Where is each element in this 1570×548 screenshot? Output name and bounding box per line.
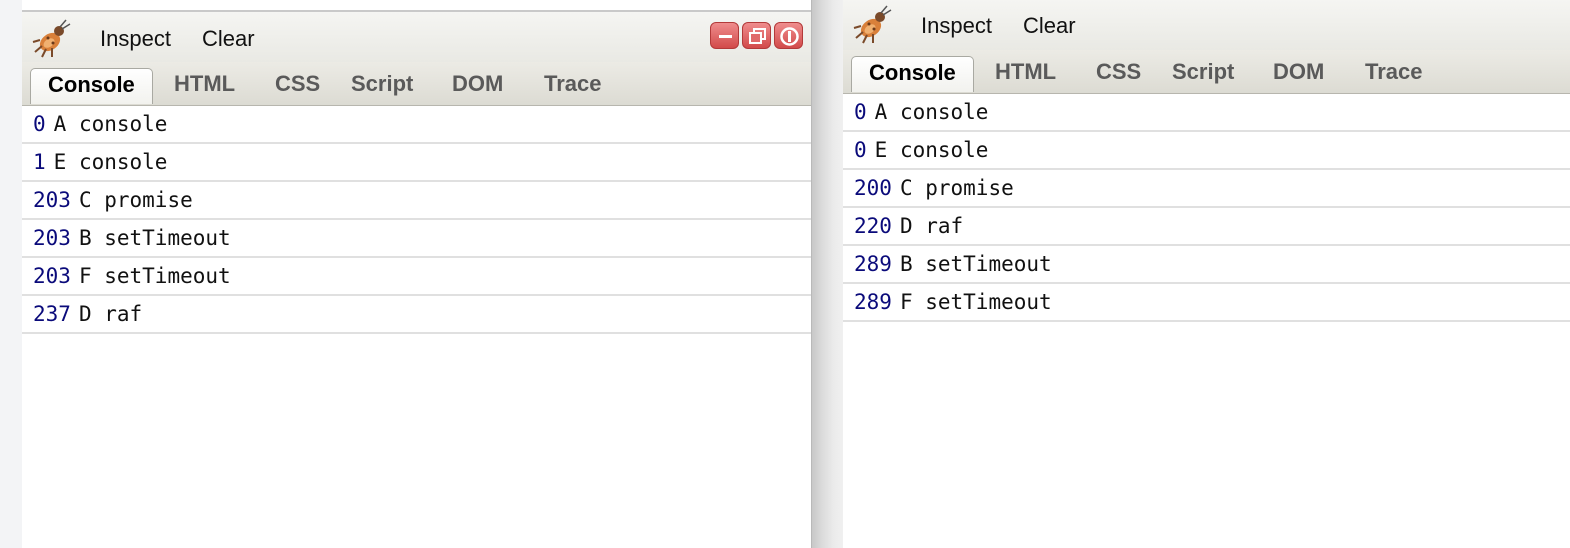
background-edge (0, 0, 22, 548)
console-log: 0 A console 1 E console 203 C promise 203 B … (22, 106, 811, 334)
log-timestamp: 0 (854, 100, 867, 124)
log-message: C promise (899, 176, 1014, 200)
log-timestamp: 1 (33, 150, 46, 174)
tab-html[interactable]: HTML (157, 68, 252, 104)
log-timestamp: 0 (33, 112, 46, 136)
console-log: 0 A console 0 E console 200 C promise 220 D … (843, 94, 1570, 322)
log-timestamp: 203 (33, 226, 71, 250)
log-timestamp: 237 (33, 302, 71, 326)
log-message: B setTimeout (78, 226, 231, 250)
log-row: 203 F setTimeout (22, 258, 811, 296)
log-timestamp: 203 (33, 188, 71, 212)
log-timestamp: 0 (854, 138, 867, 162)
log-message: F setTimeout (899, 290, 1052, 314)
log-row: 203 B setTimeout (22, 220, 811, 258)
log-row: 0 E console (843, 132, 1570, 170)
log-timestamp: 200 (854, 176, 892, 200)
firebug-panel-left: Inspect Clear Console HTML CSS Script DO… (22, 0, 812, 548)
log-row: 200 C promise (843, 170, 1570, 208)
tab-bar: Console HTML CSS Script DOM Trace (843, 50, 1570, 94)
log-message: B setTimeout (899, 252, 1052, 276)
tab-html[interactable]: HTML (978, 56, 1073, 92)
log-message: E console (53, 150, 168, 174)
tab-console[interactable]: Console (30, 68, 153, 104)
log-row: 203 C promise (22, 182, 811, 220)
log-message: D raf (78, 302, 143, 326)
inspect-button[interactable]: Inspect (100, 26, 171, 52)
log-timestamp: 289 (854, 290, 892, 314)
tab-dom[interactable]: DOM (1256, 56, 1341, 92)
firebug-icon[interactable] (30, 16, 74, 60)
log-row: 0 A console (843, 94, 1570, 132)
log-message: C promise (78, 188, 193, 212)
log-timestamp: 220 (854, 214, 892, 238)
tab-dom[interactable]: DOM (435, 68, 520, 104)
inspect-button[interactable]: Inspect (921, 13, 992, 39)
log-message: A console (53, 112, 168, 136)
log-row: 220 D raf (843, 208, 1570, 246)
log-message: E console (874, 138, 989, 162)
firebug-panel-right: Inspect Clear Console HTML CSS Script DO… (843, 0, 1570, 548)
log-message: A console (874, 100, 989, 124)
window-controls (710, 22, 803, 49)
toolbar: Inspect Clear (22, 10, 811, 62)
firebug-icon[interactable] (851, 2, 895, 46)
log-message: D raf (899, 214, 964, 238)
minimize-icon[interactable] (710, 22, 739, 49)
log-row: 0 A console (22, 106, 811, 144)
log-row: 237 D raf (22, 296, 811, 334)
panel-divider (812, 0, 843, 548)
restore-icon[interactable] (742, 22, 771, 49)
tab-css[interactable]: CSS (1079, 56, 1158, 92)
tab-console[interactable]: Console (851, 56, 974, 92)
log-timestamp: 289 (854, 252, 892, 276)
tab-trace[interactable]: Trace (1348, 56, 1440, 92)
tab-trace[interactable]: Trace (527, 68, 619, 104)
close-icon[interactable] (774, 22, 803, 49)
tab-bar: Console HTML CSS Script DOM Trace (22, 62, 811, 106)
tab-script[interactable]: Script (1155, 56, 1251, 92)
log-row: 1 E console (22, 144, 811, 182)
log-timestamp: 203 (33, 264, 71, 288)
tab-script[interactable]: Script (334, 68, 430, 104)
log-row: 289 F setTimeout (843, 284, 1570, 322)
tab-css[interactable]: CSS (258, 68, 337, 104)
log-message: F setTimeout (78, 264, 231, 288)
log-row: 289 B setTimeout (843, 246, 1570, 284)
toolbar: Inspect Clear (843, 0, 1570, 50)
clear-button[interactable]: Clear (202, 26, 255, 52)
clear-button[interactable]: Clear (1023, 13, 1076, 39)
